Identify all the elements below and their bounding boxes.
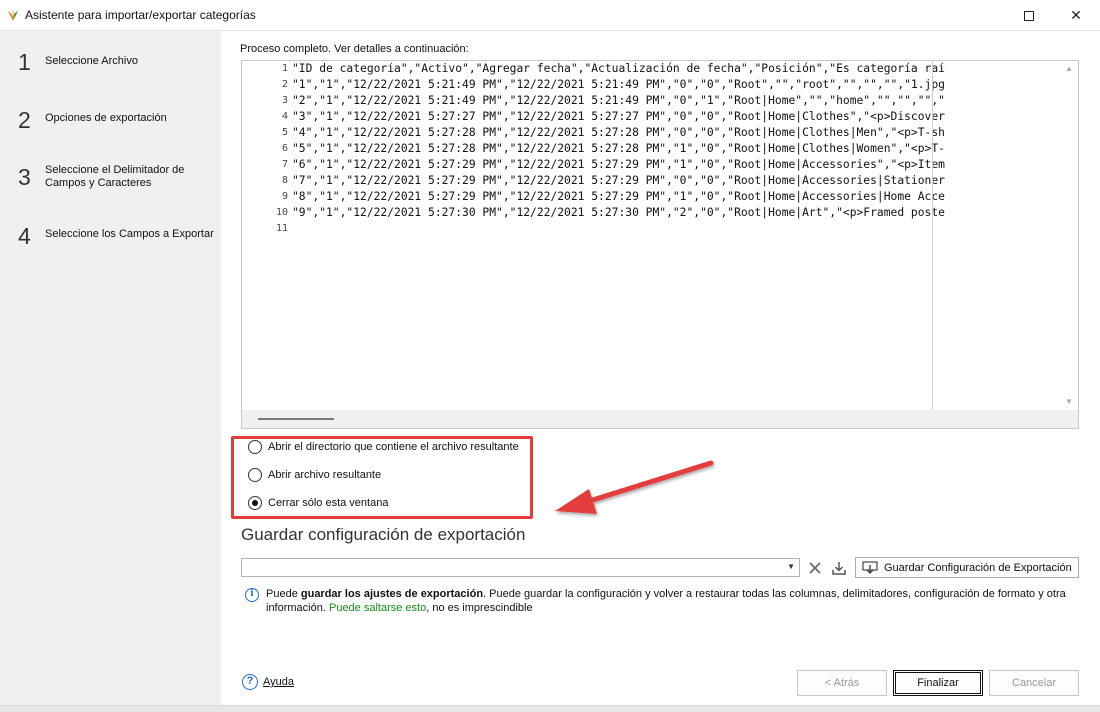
line-number: 2 [281,79,288,90]
line-number: 11 [275,223,288,234]
info-message: i Puede guardar los ajustes de exportaci… [245,587,1085,614]
vertical-scrollbar[interactable]: ▲ ▼ [1061,61,1078,410]
horizontal-scrollbar[interactable] [242,410,1078,428]
step-label: Seleccione los Campos a Exportar [45,228,214,240]
clear-x-icon [809,561,821,574]
line-number: 10 [275,207,288,218]
scroll-up-icon[interactable]: ▲ [1065,64,1073,73]
window-bottom-edge [0,705,1100,712]
save-config-button[interactable]: Guardar Configuración de Exportación [855,557,1079,578]
main-content: Proceso completo. Ver detalles a continu… [221,31,1100,705]
step-number: 1 [18,49,31,75]
info-text: Puede [266,588,301,600]
save-config-title: Guardar configuración de exportación [241,525,526,544]
line-number: 5 [281,127,288,138]
maximize-button[interactable] [1006,0,1052,31]
line-number: 6 [281,143,288,154]
horizontal-scroll-thumb[interactable] [258,418,334,420]
chevron-down-icon[interactable]: ▼ [787,562,795,571]
radio-label[interactable]: Cerrar sólo esta ventana [268,497,388,509]
step-number: 3 [18,164,31,190]
help-link[interactable]: ? Ayuda [242,674,294,690]
line-number: 3 [281,95,288,106]
radio-button[interactable] [248,468,262,482]
finish-button-label: Finalizar [917,677,959,689]
option-open-directory[interactable]: Abrir el directorio que contiene el arch… [248,440,519,454]
close-button[interactable]: ✕ [1053,0,1099,31]
code-line: "9","1","12/22/2021 5:27:30 PM","12/22/2… [292,206,945,219]
clear-button[interactable] [805,558,825,577]
finish-button[interactable]: Finalizar [893,670,983,696]
wizard-steps-panel: 1 Seleccione Archivo 2 Opciones de expor… [0,31,221,705]
option-open-file[interactable]: Abrir archivo resultante [248,468,381,482]
editor-margin-line [932,61,933,410]
annotation-arrow-icon [555,460,714,514]
back-button[interactable]: < Atrás [797,670,887,696]
close-icon: ✕ [1070,7,1082,23]
line-number: 8 [281,175,288,186]
save-config-button-label: Guardar Configuración de Exportación [884,561,1072,574]
info-text: , no es imprescindible [426,602,533,614]
info-text: información. [266,602,329,614]
code-line: "7","1","12/22/2021 5:27:29 PM","12/22/2… [292,174,945,187]
line-number: 7 [281,159,288,170]
line-number: 4 [281,111,288,122]
line-number: 9 [281,191,288,202]
resize-grip: ˙ [970,0,973,6]
info-bold-text: guardar los ajustes de exportación [300,588,484,600]
scroll-down-icon[interactable]: ▼ [1065,397,1073,406]
step-label: Opciones de exportación [45,112,167,124]
process-label: Proceso completo. Ver detalles a continu… [240,43,469,55]
result-text-editor[interactable]: 1 2 3 4 5 6 7 8 9 10 11 "ID de categoría","Activo"… [241,60,1079,429]
skip-hint-text: Puede saltarse esto [328,602,427,614]
step-number: 4 [18,223,31,249]
code-line: "ID de categoría","Activo","Agregar fech… [292,62,945,75]
info-text: . Puede guardar la configuración y volve… [483,588,1066,600]
cancel-button[interactable]: Cancelar [989,670,1079,696]
title-bar: Asistente para importar/exportar categor… [0,0,1100,31]
code-line: "2","1","12/22/2021 5:21:49 PM","12/22/2… [292,94,945,107]
info-icon: i [245,588,259,602]
line-number: 1 [281,63,288,74]
code-line: "8","1","12/22/2021 5:27:29 PM","12/22/2… [292,190,945,203]
download-icon [832,561,846,575]
code-line: "4","1","12/22/2021 5:27:28 PM","12/22/2… [292,126,945,139]
step-number: 2 [18,107,31,133]
code-area[interactable]: "ID de categoría","Activo","Agregar fech… [292,61,1062,410]
help-icon: ? [242,674,258,690]
back-button-label: < Atrás [824,677,860,689]
save-to-disk-icon [862,560,878,574]
line-number-gutter: 1 2 3 4 5 6 7 8 9 10 11 [242,61,288,410]
radio-button[interactable] [248,496,262,510]
app-logo-icon [8,9,18,21]
load-config-button[interactable] [829,558,849,577]
step-label: Seleccione el Delimitador de Campos y Ca… [45,164,185,189]
code-line: "1","1","12/22/2021 5:21:49 PM","12/22/2… [292,78,945,91]
code-line: "6","1","12/22/2021 5:27:29 PM","12/22/2… [292,158,945,171]
window-title: Asistente para importar/exportar categor… [25,8,256,22]
cancel-button-label: Cancelar [1011,677,1057,689]
code-line: "5","1","12/22/2021 5:27:28 PM","12/22/2… [292,142,945,155]
radio-label[interactable]: Abrir archivo resultante [268,469,381,481]
step-label: Seleccione Archivo [45,55,138,67]
help-label[interactable]: Ayuda [263,676,294,688]
radio-button[interactable] [248,440,262,454]
maximize-icon [1024,10,1034,21]
radio-label[interactable]: Abrir el directorio que contiene el arch… [268,441,519,453]
code-line: "3","1","12/22/2021 5:27:27 PM","12/22/2… [292,110,945,123]
option-close-window[interactable]: Cerrar sólo esta ventana [248,496,388,510]
save-config-combo[interactable]: ▼ [241,558,800,577]
